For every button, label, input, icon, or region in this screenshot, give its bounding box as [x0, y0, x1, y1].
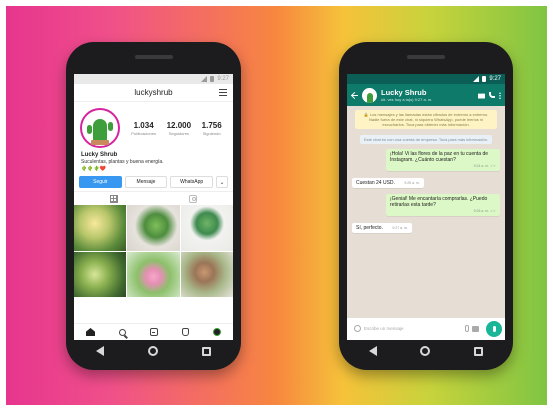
- chat-header: Lucky Shrub últ. vez hoy a la(s) 9:27 a.…: [347, 84, 505, 106]
- status-time: 9:27: [217, 76, 229, 82]
- message-incoming[interactable]: Sí, perfecto. 9:27 a. m.: [352, 223, 412, 233]
- business-account-notice[interactable]: Este chat es con una cuenta de empresa. …: [360, 135, 492, 144]
- bottom-nav: [74, 323, 233, 340]
- grid-photo[interactable]: [74, 205, 127, 251]
- grid-photo[interactable]: [74, 251, 127, 297]
- home-icon[interactable]: [86, 328, 95, 336]
- message-incoming[interactable]: Cuestan 24 USD. 9:25 a. m.: [352, 178, 424, 188]
- back-icon[interactable]: [96, 346, 104, 356]
- stat-following[interactable]: 1.756 Siguiendo: [202, 121, 222, 136]
- stat-posts-value: 1.034: [133, 120, 154, 130]
- phone-call-icon[interactable]: [489, 92, 495, 98]
- avatar[interactable]: [80, 108, 120, 148]
- promo-stage: 9:27 luckyshrub 1.034 Publicaciones 12.0…: [0, 0, 553, 411]
- status-bar: 9:27: [74, 74, 233, 84]
- status-time: 9:27: [489, 76, 501, 82]
- menu-icon[interactable]: [219, 89, 227, 96]
- phone-speaker: [407, 55, 445, 59]
- message-placeholder: Escribe un mensaje: [364, 326, 404, 331]
- status-bar: 9:27: [347, 74, 505, 84]
- back-icon[interactable]: [368, 346, 377, 356]
- message-input[interactable]: Escribe un mensaje: [350, 321, 483, 336]
- search-icon[interactable]: [119, 328, 126, 336]
- emoji-icon[interactable]: [354, 325, 361, 332]
- stat-followers-label: Seguidores: [168, 130, 189, 136]
- profile-icon[interactable]: [213, 328, 221, 336]
- recents-icon[interactable]: [474, 346, 484, 356]
- message-time: 9:27 a. m.: [392, 226, 408, 230]
- bio-name: Lucky Shrub: [81, 152, 118, 158]
- stat-followers-value: 12.000: [166, 120, 192, 130]
- tab-grid[interactable]: [74, 192, 154, 205]
- whatsapp-button[interactable]: WhatsApp: [170, 176, 214, 188]
- stat-following-label: Siguiendo: [202, 130, 221, 136]
- signal-icon: [473, 76, 480, 82]
- message-button[interactable]: Mensaje: [124, 176, 168, 188]
- whatsapp-phone: 9:27 Lucky Shrub últ. vez hoy a la(s) 9:…: [339, 42, 513, 370]
- whatsapp-screen: 9:27 Lucky Shrub últ. vez hoy a la(s) 9:…: [347, 74, 505, 340]
- composer: Escribe un mensaje: [350, 320, 502, 337]
- instagram-phone: 9:27 luckyshrub 1.034 Publicaciones 12.0…: [66, 42, 241, 370]
- stat-followers[interactable]: 12.000 Seguidores: [167, 121, 191, 136]
- message-text: ¡Genial! Me encantaría comprarlas. ¿Pued…: [390, 196, 488, 208]
- stat-posts-label: Publicaciones: [131, 130, 156, 136]
- chat-area: 🔒 Los mensajes y las llamadas están cifr…: [347, 106, 505, 318]
- recents-icon[interactable]: [202, 346, 211, 356]
- message-time: 9:24 a. m. ✓✓: [473, 164, 496, 168]
- instagram-screen: 9:27 luckyshrub 1.034 Publicaciones 12.0…: [74, 74, 233, 340]
- photo-grid: [74, 205, 233, 297]
- profile-tabs: [74, 191, 233, 205]
- bio-text: Suculentas, plantas y buena energía.: [81, 159, 164, 165]
- grid-photo[interactable]: [180, 205, 233, 251]
- camera-icon[interactable]: [472, 325, 479, 332]
- catalog-icon[interactable]: [478, 93, 485, 99]
- home-circle-icon[interactable]: [420, 346, 431, 356]
- battery-icon: [210, 76, 215, 82]
- chevron-down-icon[interactable]: ⌄: [216, 176, 229, 188]
- follow-button[interactable]: Seguir: [79, 176, 122, 188]
- profile-username: luckyshrub: [134, 88, 173, 97]
- grid-icon: [109, 194, 118, 203]
- cactus-icon: [366, 92, 373, 103]
- more-options-icon[interactable]: [499, 91, 501, 99]
- message-text: Cuestan 24 USD.: [356, 180, 395, 186]
- add-post-icon[interactable]: [150, 328, 158, 336]
- battery-icon: [482, 76, 487, 82]
- grid-photo[interactable]: [127, 251, 180, 297]
- profile-summary: 1.034 Publicaciones 12.000 Seguidores 1.…: [74, 102, 233, 150]
- message-outgoing[interactable]: ¡Hola! Vi las flores de la paz en tu cue…: [386, 149, 500, 171]
- message-time: 9:25 a. m.: [404, 181, 420, 185]
- activity-icon[interactable]: [182, 328, 189, 336]
- attach-icon[interactable]: [465, 325, 469, 332]
- message-text: Sí, perfecto.: [356, 225, 383, 231]
- profile-stats: 1.034 Publicaciones 12.000 Seguidores 1.…: [126, 121, 227, 136]
- android-nav-bar: [74, 340, 233, 362]
- stat-posts[interactable]: 1.034 Publicaciones: [131, 121, 156, 136]
- voice-message-button[interactable]: [486, 320, 502, 337]
- message-time: 9:26 a. m. ✓✓: [473, 209, 496, 213]
- contact-avatar[interactable]: [362, 87, 377, 103]
- cactus-icon: [87, 119, 113, 145]
- profile-bio: Lucky Shrub Suculentas, plantas y buena …: [74, 150, 233, 172]
- contact-info[interactable]: Lucky Shrub últ. vez hoy a la(s) 9:27 a.…: [381, 87, 474, 102]
- contact-name: Lucky Shrub: [381, 87, 427, 97]
- tagged-icon: [189, 194, 198, 203]
- phone-speaker: [134, 55, 173, 59]
- back-arrow-icon[interactable]: [351, 92, 358, 99]
- signal-icon: [201, 76, 208, 82]
- message-outgoing[interactable]: ¡Genial! Me encantaría comprarlas. ¿Pued…: [386, 194, 500, 216]
- home-circle-icon[interactable]: [148, 346, 158, 356]
- android-nav-bar: [347, 340, 505, 362]
- grid-photo[interactable]: [127, 205, 180, 251]
- stat-following-value: 1.756: [201, 120, 222, 130]
- contact-status: últ. vez hoy a la(s) 9:27 a. m.: [381, 96, 433, 102]
- microphone-icon: [492, 325, 496, 332]
- grid-photo[interactable]: [180, 251, 233, 297]
- tab-tagged[interactable]: [154, 192, 234, 205]
- profile-actions: Seguir Mensaje WhatsApp ⌄: [74, 172, 233, 191]
- encryption-notice[interactable]: 🔒 Los mensajes y las llamadas están cifr…: [355, 110, 497, 129]
- profile-header: luckyshrub: [74, 84, 233, 102]
- message-text: ¡Hola! Vi las flores de la paz en tu cue…: [390, 151, 489, 163]
